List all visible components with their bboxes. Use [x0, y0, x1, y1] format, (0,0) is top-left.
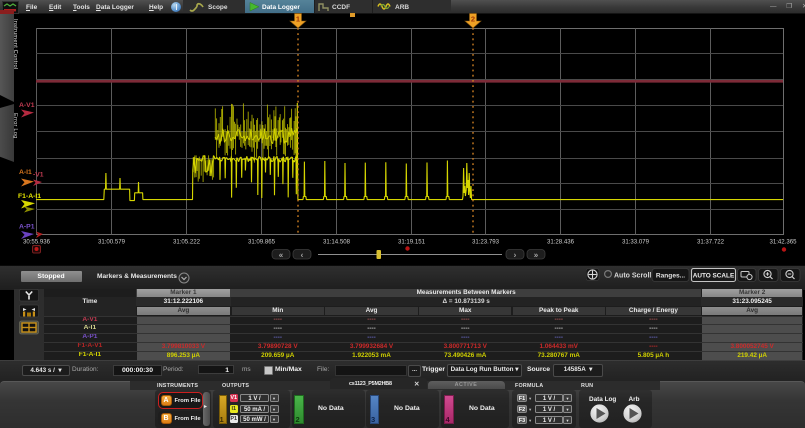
svg-text:30:55.936: 30:55.936: [23, 239, 51, 246]
svg-text:›: ›: [514, 250, 517, 259]
svg-text:«: «: [279, 250, 284, 259]
svg-text:Auto Scroll: Auto Scroll: [614, 272, 651, 279]
svg-text:-V1: -V1: [33, 172, 44, 179]
svg-text:A-I1: A-I1: [19, 169, 32, 176]
svg-text:AUTO SCALE: AUTO SCALE: [693, 272, 735, 279]
svg-text:1: 1: [296, 15, 300, 24]
svg-text:31:05.222: 31:05.222: [173, 239, 201, 246]
svg-text:»: »: [534, 250, 539, 259]
svg-text:31:14.508: 31:14.508: [323, 239, 351, 246]
svg-text:31:00.579: 31:00.579: [98, 239, 126, 246]
svg-text:31:28.436: 31:28.436: [547, 239, 575, 246]
svg-text:A-P1: A-P1: [19, 224, 35, 231]
svg-text:A-V1: A-V1: [19, 102, 35, 109]
svg-text:31:19.151: 31:19.151: [398, 239, 426, 246]
svg-text:31:23.793: 31:23.793: [472, 239, 500, 246]
svg-text:Ranges...: Ranges...: [656, 272, 685, 279]
svg-text:F1-A-I1: F1-A-I1: [18, 193, 41, 200]
svg-text:2: 2: [471, 15, 475, 24]
svg-text:31:37.722: 31:37.722: [697, 239, 725, 246]
svg-text:31:33.079: 31:33.079: [622, 239, 650, 246]
svg-text:31:09.865: 31:09.865: [248, 239, 276, 246]
svg-text:31:42.365: 31:42.365: [769, 239, 797, 246]
svg-text:‹: ‹: [301, 250, 304, 259]
